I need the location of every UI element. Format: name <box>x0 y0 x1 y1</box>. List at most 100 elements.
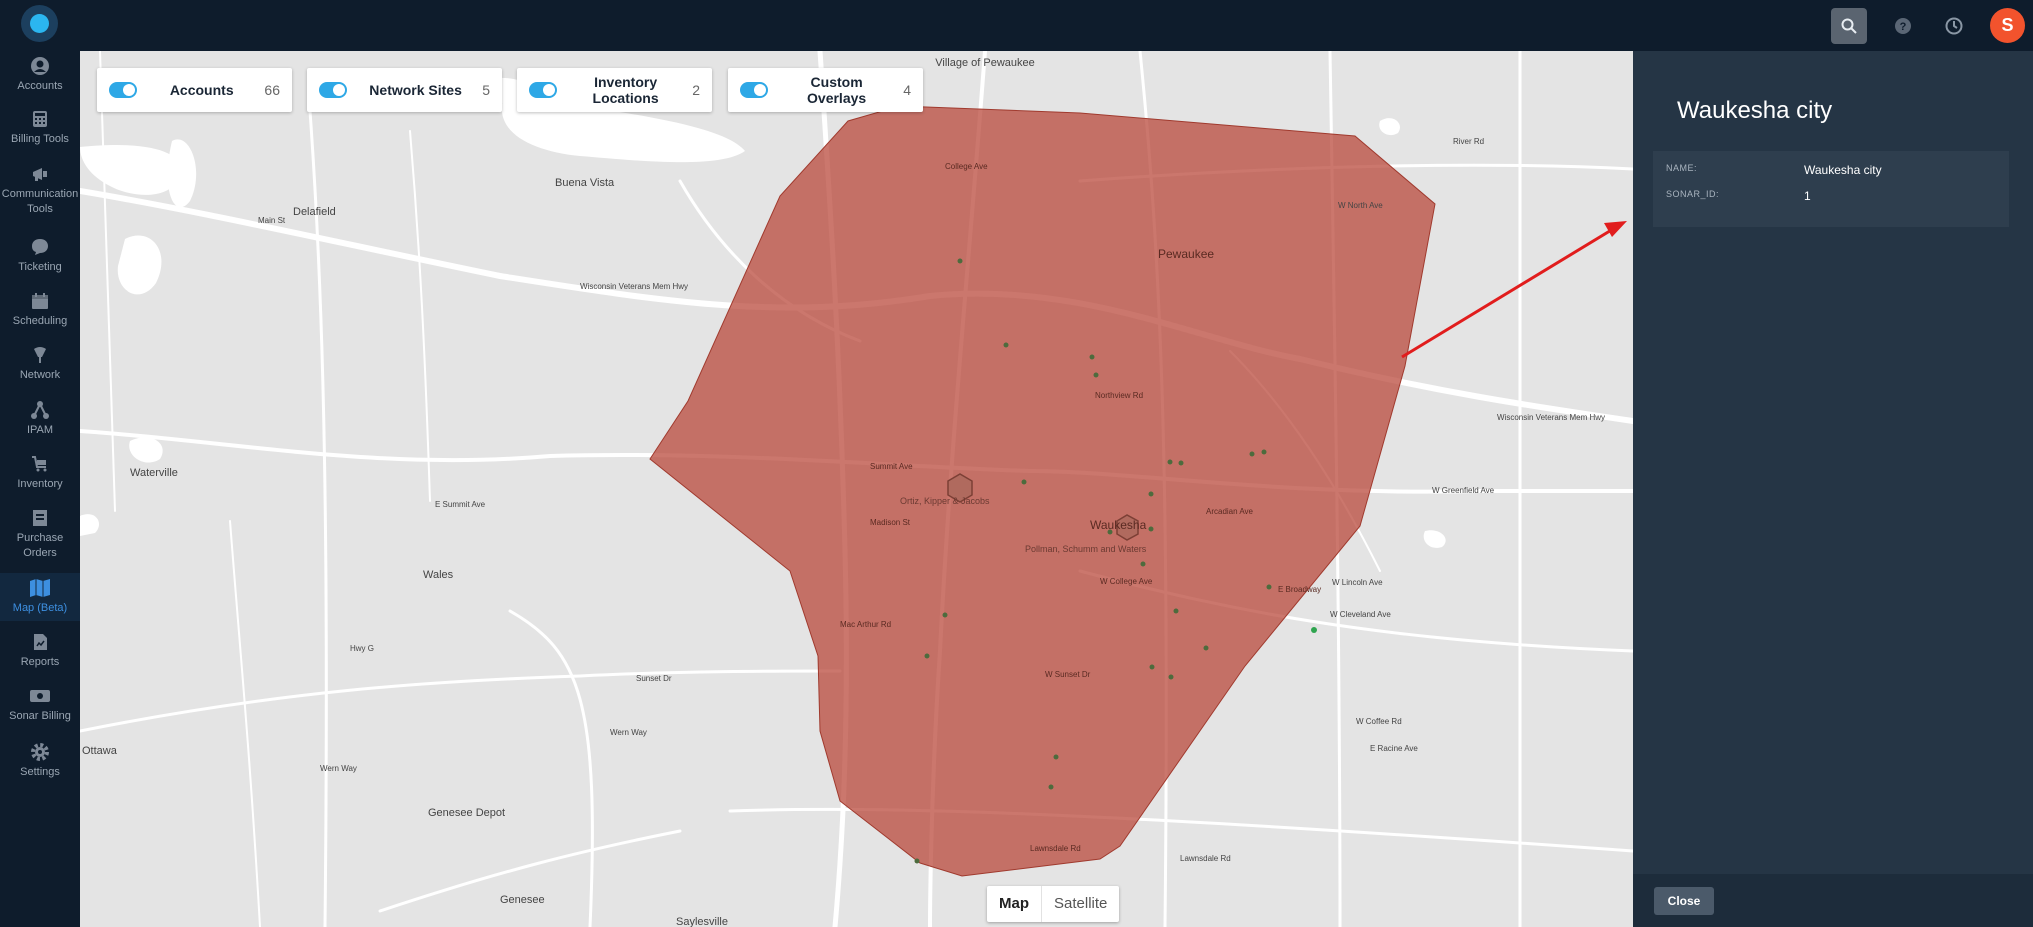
properties-box: NAME: Waukesha city SONAR_ID: 1 <box>1653 151 2009 227</box>
sidebar-item-communication-tools[interactable]: Communication Tools <box>0 163 80 223</box>
panel-title: Waukesha city <box>1677 97 1833 124</box>
sidebar-item-accounts[interactable]: Accounts <box>0 55 80 99</box>
sidebar-item-label: Network <box>19 369 61 381</box>
map-icon <box>29 577 51 599</box>
sidebar: Accounts Billing Tools Communication Too… <box>0 51 80 927</box>
layer-label: Custom Overlays <box>807 74 867 106</box>
sidebar-item-map[interactable]: Map (Beta) <box>0 573 80 621</box>
property-value: Waukesha city <box>1804 163 1882 177</box>
sidebar-item-label: Settings <box>20 766 60 778</box>
cart-icon <box>29 453 51 475</box>
property-key: NAME: <box>1666 163 1698 173</box>
map-label-genesee-depot: Genesee Depot <box>428 807 505 819</box>
map-label-madison-st: Madison St <box>870 518 911 527</box>
map-label-e-broadway: E Broadway <box>1278 585 1321 594</box>
sidebar-item-label: Billing Tools <box>11 133 69 145</box>
sidebar-item-inventory[interactable]: Inventory <box>0 453 80 497</box>
svg-text:?: ? <box>1900 21 1907 33</box>
layer-toggle-inventory-locations[interactable] <box>529 82 557 98</box>
map-label-saylesville: Saylesville <box>676 916 728 927</box>
map-label-wisconsin-hwy-east: Wisconsin Veterans Mem Hwy <box>1497 413 1605 422</box>
ipam-icon <box>29 399 51 421</box>
map-label-mac-arthur: Mac Arthur Rd <box>840 620 891 629</box>
layer-card-inventory-locations[interactable]: Inventory Locations 2 <box>517 68 712 112</box>
property-value: 1 <box>1804 189 1811 203</box>
sidebar-item-ticketing[interactable]: Ticketing <box>0 236 80 280</box>
layer-toggle-network-sites[interactable] <box>319 82 347 98</box>
layer-toggle-accounts[interactable] <box>109 82 137 98</box>
map-label-wisconsin-hwy-west: Wisconsin Veterans Mem Hwy <box>580 282 688 291</box>
map-label-summit-ave: Summit Ave <box>870 462 913 471</box>
map-label-main-st: Main St <box>258 216 286 225</box>
layer-count: 4 <box>903 82 911 98</box>
layer-card-network-sites[interactable]: Network Sites 5 <box>307 68 502 112</box>
sidebar-item-reports[interactable]: Reports <box>0 631 80 675</box>
map-type-map-button[interactable]: Map <box>987 886 1041 922</box>
detail-panel: Waukesha city NAME: Waukesha city SONAR_… <box>1633 51 2033 927</box>
map-label-w-greenfield: W Greenfield Ave <box>1432 486 1495 495</box>
map-label-arcadian: Arcadian Ave <box>1206 507 1254 516</box>
chat-bubble-icon <box>29 236 51 258</box>
map-label-river-rd: River Rd <box>1453 137 1484 146</box>
layer-card-custom-overlays[interactable]: Custom Overlays 4 <box>728 68 923 112</box>
user-icon <box>29 55 51 77</box>
map-label-w-coffee: W Coffee Rd <box>1356 717 1402 726</box>
megaphone-icon <box>29 163 51 185</box>
layer-label: Accounts <box>169 82 234 98</box>
layer-card-accounts[interactable]: Accounts 66 <box>97 68 292 112</box>
sidebar-item-purchase-orders[interactable]: Purchase Orders <box>0 507 80 567</box>
user-avatar[interactable]: S <box>1990 8 2025 43</box>
close-button[interactable]: Close <box>1654 887 1714 915</box>
card-icon <box>29 685 51 707</box>
sidebar-item-label: IPAM <box>26 424 54 436</box>
sidebar-item-ipam[interactable]: IPAM <box>0 399 80 443</box>
sidebar-item-sonar-billing[interactable]: Sonar Billing <box>0 685 80 729</box>
map-label-northview: Northview Rd <box>1095 391 1143 400</box>
map-canvas[interactable]: Village of Pewaukee Buena Vista Delafiel… <box>80 51 1633 927</box>
sidebar-item-network[interactable]: Network <box>0 344 80 388</box>
map-label-college-ave: College Ave <box>945 162 988 171</box>
map-label-sunset-dr: Sunset Dr <box>636 674 672 683</box>
calendar-icon <box>29 290 51 312</box>
map-label-w-sunset: W Sunset Dr <box>1045 670 1091 679</box>
layer-toggle-custom-overlays[interactable] <box>740 82 768 98</box>
layer-count: 2 <box>692 82 700 98</box>
history-button[interactable] <box>1936 8 1972 44</box>
sidebar-item-label: Reports <box>20 656 60 668</box>
sidebar-item-billing-tools[interactable]: Billing Tools <box>0 108 80 152</box>
map-label-buena-vista: Buena Vista <box>555 177 615 189</box>
sidebar-item-scheduling[interactable]: Scheduling <box>0 290 80 334</box>
layer-count: 66 <box>264 82 280 98</box>
map-label-ortiz: Ortiz, Kipper & Jacobs <box>900 496 990 506</box>
sidebar-item-label: Map (Beta) <box>12 602 68 614</box>
help-button[interactable]: ? <box>1885 8 1921 44</box>
sidebar-item-settings[interactable]: Settings <box>0 741 80 785</box>
map-type-satellite-button[interactable]: Satellite <box>1041 886 1119 922</box>
map-label-genesee: Genesee <box>500 894 545 906</box>
map-label-ottawa: Ottawa <box>82 745 118 757</box>
map-label-w-college: W College Ave <box>1100 577 1153 586</box>
sidebar-item-label: Accounts <box>17 80 63 92</box>
map-label-pewaukee: Pewaukee <box>1158 247 1214 261</box>
app-logo-icon[interactable] <box>21 5 58 42</box>
map-label-w-north-ave: W North Ave <box>1338 201 1383 210</box>
map-label-delafield: Delafield <box>293 206 336 218</box>
map-labels: Village of Pewaukee Buena Vista Delafiel… <box>82 57 1605 927</box>
gear-icon <box>29 741 51 763</box>
map-label-pollman: Pollman, Schumm and Waters <box>1025 544 1147 554</box>
layer-label: Network Sites <box>369 82 462 98</box>
calculator-icon <box>29 108 51 130</box>
map-label-lawnsdale-2: Lawnsdale Rd <box>1030 844 1081 853</box>
sidebar-item-label: Scheduling <box>12 315 68 327</box>
purchase-order-icon <box>29 507 51 529</box>
map-label-waukesha: Waukesha <box>1090 518 1147 532</box>
search-button[interactable] <box>1831 8 1867 44</box>
sidebar-item-label: Inventory <box>17 478 63 490</box>
help-icon: ? <box>1895 18 1911 34</box>
map-label-w-lincoln: W Lincoln Ave <box>1332 578 1383 587</box>
sidebar-item-label: Sonar Billing <box>9 710 71 722</box>
map-label-waterville: Waterville <box>130 467 178 479</box>
map-label-hwy-g: Hwy G <box>350 644 374 653</box>
report-icon <box>29 631 51 653</box>
map-label-wern-way-2: Wern Way <box>320 764 357 773</box>
